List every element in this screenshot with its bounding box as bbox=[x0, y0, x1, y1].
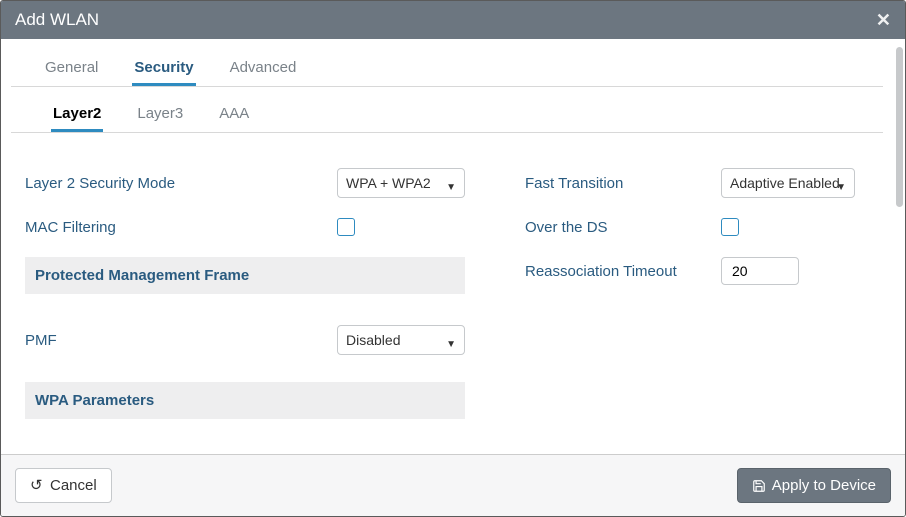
modal-header: Add WLAN ✕ bbox=[1, 1, 905, 39]
label-fast-transition: Fast Transition bbox=[525, 175, 721, 192]
scrollbar[interactable] bbox=[896, 47, 903, 207]
row-reassoc-timeout: Reassociation Timeout bbox=[525, 249, 855, 293]
select-fast-transition-value: Adaptive Enabled bbox=[730, 175, 840, 191]
label-pmf: PMF bbox=[25, 332, 337, 349]
chevron-down-icon: ▼ bbox=[836, 182, 846, 193]
modal-footer: Cancel Apply to Device bbox=[1, 454, 905, 516]
section-header-wpa: WPA Parameters bbox=[25, 382, 465, 419]
label-mac-filtering: MAC Filtering bbox=[25, 219, 337, 236]
subtab-aaa[interactable]: AAA bbox=[217, 99, 251, 132]
chevron-down-icon: ▼ bbox=[446, 182, 456, 193]
layer2-content: Layer 2 Security Mode WPA + WPA2 ▼ MAC F… bbox=[1, 133, 893, 443]
save-icon bbox=[752, 479, 766, 493]
tab-security[interactable]: Security bbox=[132, 53, 195, 86]
label-over-ds: Over the DS bbox=[525, 219, 721, 236]
cancel-button[interactable]: Cancel bbox=[15, 468, 112, 503]
checkbox-over-ds[interactable] bbox=[721, 218, 739, 236]
select-fast-transition[interactable]: Adaptive Enabled ▼ bbox=[721, 168, 855, 198]
apply-button-label: Apply to Device bbox=[772, 477, 876, 494]
undo-icon bbox=[30, 479, 44, 493]
left-column: Layer 2 Security Mode WPA + WPA2 ▼ MAC F… bbox=[25, 161, 465, 443]
row-pmf: PMF Disabled ▼ bbox=[25, 318, 465, 362]
row-over-ds: Over the DS bbox=[525, 205, 855, 249]
select-security-mode[interactable]: WPA + WPA2 ▼ bbox=[337, 168, 465, 198]
row-security-mode: Layer 2 Security Mode WPA + WPA2 ▼ bbox=[25, 161, 465, 205]
tab-advanced[interactable]: Advanced bbox=[228, 53, 299, 86]
modal-body: General Security Advanced Layer2 Layer3 … bbox=[1, 39, 893, 454]
select-pmf[interactable]: Disabled ▼ bbox=[337, 325, 465, 355]
row-mac-filtering: MAC Filtering bbox=[25, 205, 465, 249]
right-column: Fast Transition Adaptive Enabled ▼ Over … bbox=[525, 161, 855, 443]
main-tabs: General Security Advanced bbox=[11, 39, 883, 87]
label-reassoc-timeout: Reassociation Timeout bbox=[525, 263, 721, 280]
add-wlan-modal: Add WLAN ✕ General Security Advanced Lay… bbox=[0, 0, 906, 517]
select-security-mode-value: WPA + WPA2 bbox=[346, 175, 431, 191]
subtab-layer3[interactable]: Layer3 bbox=[135, 99, 185, 132]
row-fast-transition: Fast Transition Adaptive Enabled ▼ bbox=[525, 161, 855, 205]
close-icon[interactable]: ✕ bbox=[876, 10, 891, 31]
input-reassoc-timeout[interactable] bbox=[721, 257, 799, 285]
modal-title: Add WLAN bbox=[15, 10, 99, 30]
checkbox-mac-filtering[interactable] bbox=[337, 218, 355, 236]
security-subtabs: Layer2 Layer3 AAA bbox=[11, 87, 883, 133]
tab-general[interactable]: General bbox=[43, 53, 100, 86]
apply-to-device-button[interactable]: Apply to Device bbox=[737, 468, 891, 503]
label-security-mode: Layer 2 Security Mode bbox=[25, 175, 337, 192]
modal-body-wrap: General Security Advanced Layer2 Layer3 … bbox=[1, 39, 905, 454]
select-pmf-value: Disabled bbox=[346, 332, 400, 348]
subtab-layer2[interactable]: Layer2 bbox=[51, 99, 103, 132]
section-header-pmf: Protected Management Frame bbox=[25, 257, 465, 294]
cancel-button-label: Cancel bbox=[50, 477, 97, 494]
chevron-down-icon: ▼ bbox=[446, 339, 456, 350]
